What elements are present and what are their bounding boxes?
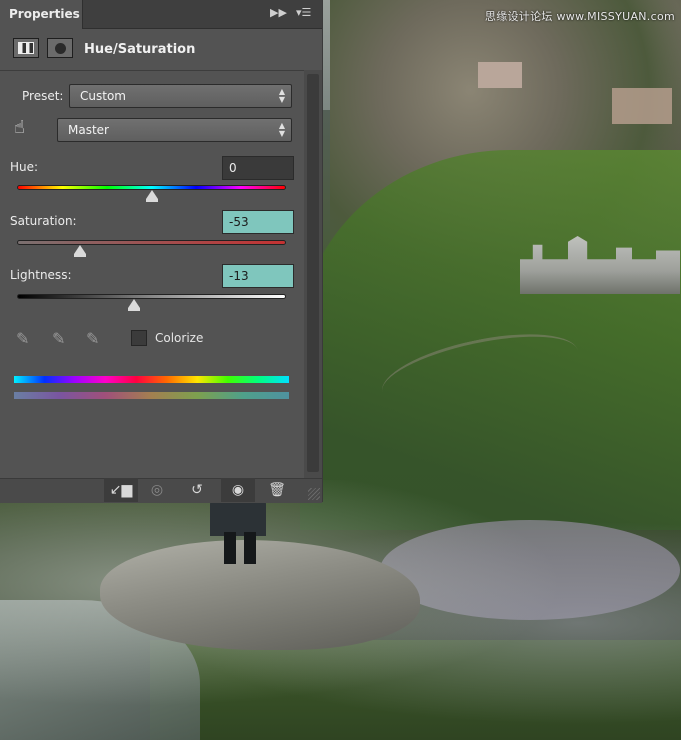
hue-slider-thumb[interactable] [145,190,158,202]
saturation-slider-thumb[interactable] [74,245,87,257]
lightness-slider-track[interactable] [17,294,286,299]
preset-label: Preset: [22,89,64,103]
saturation-label: Saturation: [10,214,77,228]
saturation-slider-track[interactable] [17,240,286,245]
properties-panel: Properties ▶▶ ▾☰ Hue/Saturation Preset: … [0,0,323,503]
trash-icon[interactable]: 🗑 [260,478,294,502]
hue-label: Hue: [10,160,39,174]
standing-figure [210,500,266,536]
cliff-house [478,62,522,88]
colorize-label: Colorize [155,331,204,345]
divider [0,70,304,71]
scrollbar-thumb[interactable] [307,74,319,472]
output-color-bar [14,392,289,399]
panel-title: Hue/Saturation [84,42,196,57]
hue-input[interactable]: 0 [222,156,294,180]
preset-value: Custom [80,89,126,103]
tab-properties[interactable]: Properties [0,0,83,29]
channel-select[interactable]: Master ▲ ▼ [57,118,292,142]
view-previous-state-icon[interactable]: ◎ [140,478,174,502]
watermark: 思缘设计论坛 www.MISSYUAN.com [484,10,675,23]
updown-arrows-icon: ▲ ▼ [278,121,285,138]
panel-menu-icon[interactable]: ▾☰ [296,6,311,19]
figure-leg [224,532,236,564]
layer-mask-icon[interactable] [47,38,73,58]
eyedropper-add-icon[interactable]: ✎ [52,327,74,351]
eyedropper-icon[interactable]: ✎ [16,327,38,351]
updown-arrows-icon: ▲ ▼ [278,87,285,104]
eye-icon[interactable]: ◉ [221,478,255,502]
double-chevron-right-icon[interactable]: ▶▶ [270,6,287,19]
preset-select[interactable]: Custom ▲ ▼ [69,84,292,108]
saturation-input[interactable]: -53 [222,210,294,234]
figure-leg [244,532,256,564]
cliff-village [612,88,672,124]
channel-value: Master [68,123,109,137]
lightness-input[interactable]: -13 [222,264,294,288]
clip-to-layer-icon[interactable]: ↙▆ [104,478,138,502]
colorize-checkbox[interactable] [131,330,147,346]
lightness-slider-thumb[interactable] [128,299,140,311]
reset-icon[interactable]: ↺ [180,478,214,502]
lightness-label: Lightness: [10,268,72,282]
targeted-adjustment-hand-icon[interactable]: ☝ [14,116,38,140]
hue-saturation-adjustment-icon[interactable] [13,38,39,58]
input-color-bar [14,376,289,383]
resize-grip[interactable] [308,488,320,500]
eyedropper-subtract-icon[interactable]: ✎ [86,327,108,351]
